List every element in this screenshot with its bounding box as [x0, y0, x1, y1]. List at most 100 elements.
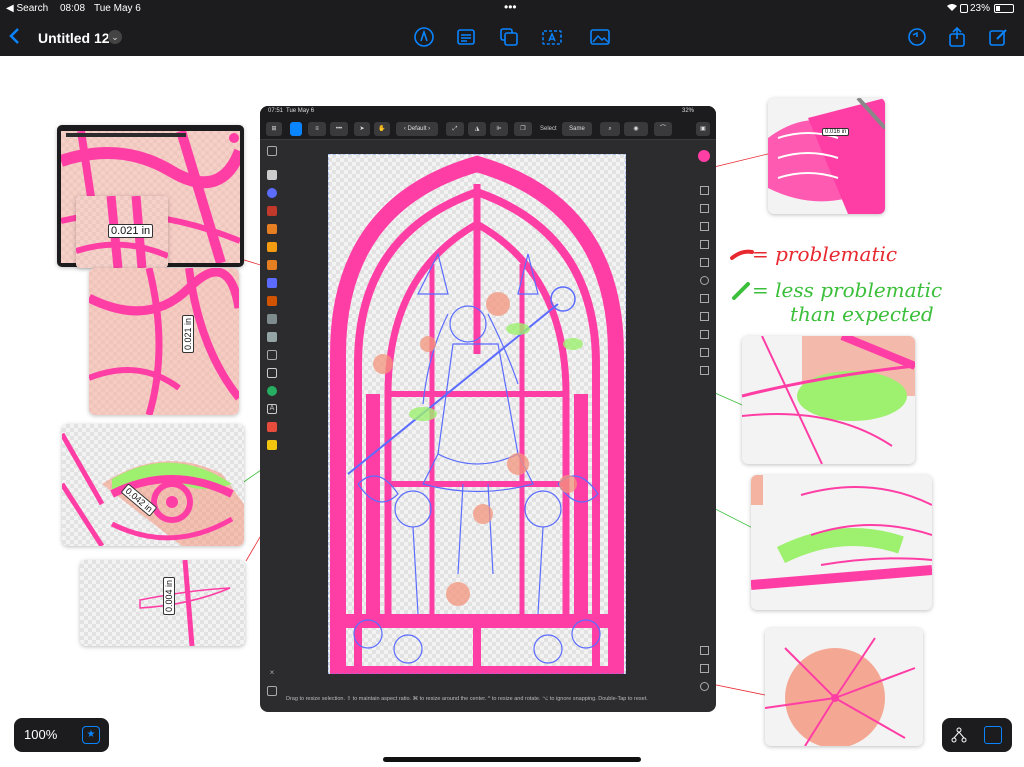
inner-move-tool-icon[interactable]: ➤ [354, 122, 370, 136]
color-swatch[interactable] [698, 150, 710, 162]
title-chevron-down-icon[interactable]: ⌄ [108, 30, 122, 44]
measurement-label: 0.021 in [182, 314, 195, 354]
inner-arrange-icon[interactable]: ❐ [514, 122, 532, 136]
history-icon[interactable] [700, 330, 709, 339]
inner-preset-select[interactable]: ‹ Default › [396, 122, 438, 136]
legend-green-label-1: = less problematic [752, 278, 943, 302]
tool-fill-icon[interactable] [267, 278, 277, 288]
inner-preset-label: Default [407, 126, 427, 132]
tool-blend-icon[interactable] [267, 332, 277, 342]
inner-status-time: 07:51 [268, 108, 284, 114]
inner-status-battery: 32% [682, 108, 695, 114]
artboard-stained-glass[interactable] [327, 153, 627, 682]
zoom-card-hand-green[interactable] [751, 475, 932, 610]
home-indicator[interactable] [383, 757, 641, 762]
document-icon[interactable] [455, 26, 477, 48]
inner-app-icon[interactable] [290, 122, 302, 136]
grid-icon[interactable] [700, 646, 709, 655]
transform-panel-icon[interactable] [700, 294, 709, 303]
tool-eraser-icon[interactable] [267, 296, 277, 306]
tool-sphere-icon[interactable] [267, 188, 277, 198]
share-icon[interactable] [946, 26, 968, 48]
fx-icon[interactable] [700, 258, 709, 267]
legend-red-label: = problematic [752, 242, 898, 266]
inner-status-bar: 07:51 Tue May 6 32% [260, 106, 716, 118]
tool-rectangle-icon[interactable] [267, 368, 277, 378]
tool-vector-brush-icon[interactable] [267, 260, 277, 270]
navigator-icon[interactable] [700, 312, 709, 321]
symbols-icon[interactable] [700, 366, 709, 375]
zoom-card-staff-green[interactable] [742, 336, 915, 464]
stroke-icon[interactable] [700, 222, 709, 231]
inner-panel-icon[interactable]: ▣ [696, 122, 710, 136]
copy-icon[interactable] [498, 26, 520, 48]
inner-menu-icon[interactable]: ⊞ [266, 122, 282, 136]
zoom-card-thin-line[interactable]: 0.004 in [80, 560, 245, 646]
multitask-dots[interactable]: ••• [504, 0, 517, 14]
inner-node-tool-icon[interactable]: ✋ [374, 122, 390, 136]
inner-hamburger-icon[interactable]: ≡ [308, 122, 326, 136]
inner-more-icon[interactable]: ••• [330, 122, 348, 136]
tool-pencil-icon[interactable] [267, 242, 277, 252]
nodes-icon[interactable] [950, 726, 968, 744]
edit-icon[interactable] [987, 26, 1009, 48]
zoom-card-detail[interactable]: 0.021 in [76, 196, 168, 268]
layers-icon[interactable] [700, 186, 709, 195]
back-to-app-link[interactable]: ◀ Search [6, 3, 48, 14]
inner-tools-panel: A × [262, 140, 282, 700]
inner-flip-icon[interactable]: ◮ [468, 122, 486, 136]
inner-select-label: Select [540, 126, 557, 132]
image-icon[interactable] [589, 26, 611, 48]
tool-crop-icon[interactable] [267, 350, 277, 360]
battery-icon [994, 4, 1014, 13]
zoom-card-butterfly[interactable]: 0.016 in [768, 98, 885, 214]
app-root: ◀ Search 08:08 Tue May 6 ••• 23% Untitle… [0, 0, 1024, 767]
zoom-level[interactable]: 100% [24, 727, 57, 742]
inner-hint-text: Drag to resize selection. ⇧ to maintain … [286, 696, 648, 702]
inner-toolbar: ⊞ ≡ ••• ➤ ✋ ‹ Default › ⤢ ◮ ⊫ ❐ Select S… [260, 118, 716, 140]
status-time: 08:08 [60, 3, 86, 14]
swatches-icon[interactable] [700, 240, 709, 249]
zoom-control[interactable]: 100% ★ [14, 718, 109, 752]
inner-align-icon[interactable]: ⊫ [490, 122, 508, 136]
assets-icon[interactable] [700, 348, 709, 357]
inner-same-button[interactable]: Same [562, 122, 592, 136]
zoom-card-eye[interactable]: 0.042 in [62, 424, 244, 546]
tool-pen-icon[interactable] [267, 224, 277, 234]
brushes-icon[interactable] [700, 204, 709, 213]
pen-icon[interactable] [413, 26, 435, 48]
tool-close-icon[interactable]: × [267, 668, 277, 678]
tool-move-icon[interactable] [267, 170, 277, 180]
frame-icon[interactable] [984, 726, 1002, 744]
undo-icon[interactable] [906, 26, 928, 48]
tool-trash-icon[interactable] [267, 686, 277, 696]
back-chevron-icon[interactable] [8, 27, 22, 47]
top-toolbar: ◀ Search 08:08 Tue May 6 ••• 23% Untitle… [0, 0, 1024, 56]
zoom-card-veins[interactable]: 0.021 in [89, 268, 239, 415]
tool-select-icon[interactable] [267, 146, 277, 156]
inner-transform-icon[interactable]: ⤢ [446, 122, 464, 136]
tool-brush-icon[interactable] [267, 206, 277, 216]
text-frame-icon[interactable] [541, 26, 563, 48]
tool-shape-icon[interactable] [267, 386, 277, 396]
clock-icon[interactable] [700, 682, 709, 691]
inner-search-icon[interactable]: ⌕ [600, 122, 620, 136]
tool-smudge-icon[interactable] [267, 314, 277, 324]
inner-snapping-icon[interactable]: ⌒ [654, 122, 672, 136]
inner-status-date: Tue May 6 [286, 108, 315, 114]
document-title[interactable]: Untitled 12 [38, 30, 110, 46]
zoom-card-flower[interactable] [765, 628, 923, 746]
battery-percent: 23% [970, 3, 991, 14]
snap-icon[interactable] [700, 664, 709, 673]
inner-view-icon[interactable]: ◉ [624, 122, 648, 136]
affinity-designer-screenshot[interactable]: 07:51 Tue May 6 32% ⊞ ≡ ••• ➤ ✋ ‹ Defaul… [260, 106, 716, 712]
legend-green-label-2: than expected [790, 302, 934, 326]
tool-text-icon[interactable]: A [267, 404, 277, 414]
tool-ruler-icon[interactable] [267, 440, 277, 450]
collage-canvas[interactable]: 0.021 in 0.021 in 0.042 in 0.004 in 07:5… [0, 56, 1024, 767]
measurement-label: 0.021 in [108, 224, 154, 238]
star-icon[interactable]: ★ [82, 726, 100, 744]
tool-eyedropper-icon[interactable] [267, 422, 277, 432]
wifi-icon [946, 3, 958, 15]
appearance-icon[interactable] [700, 276, 709, 285]
